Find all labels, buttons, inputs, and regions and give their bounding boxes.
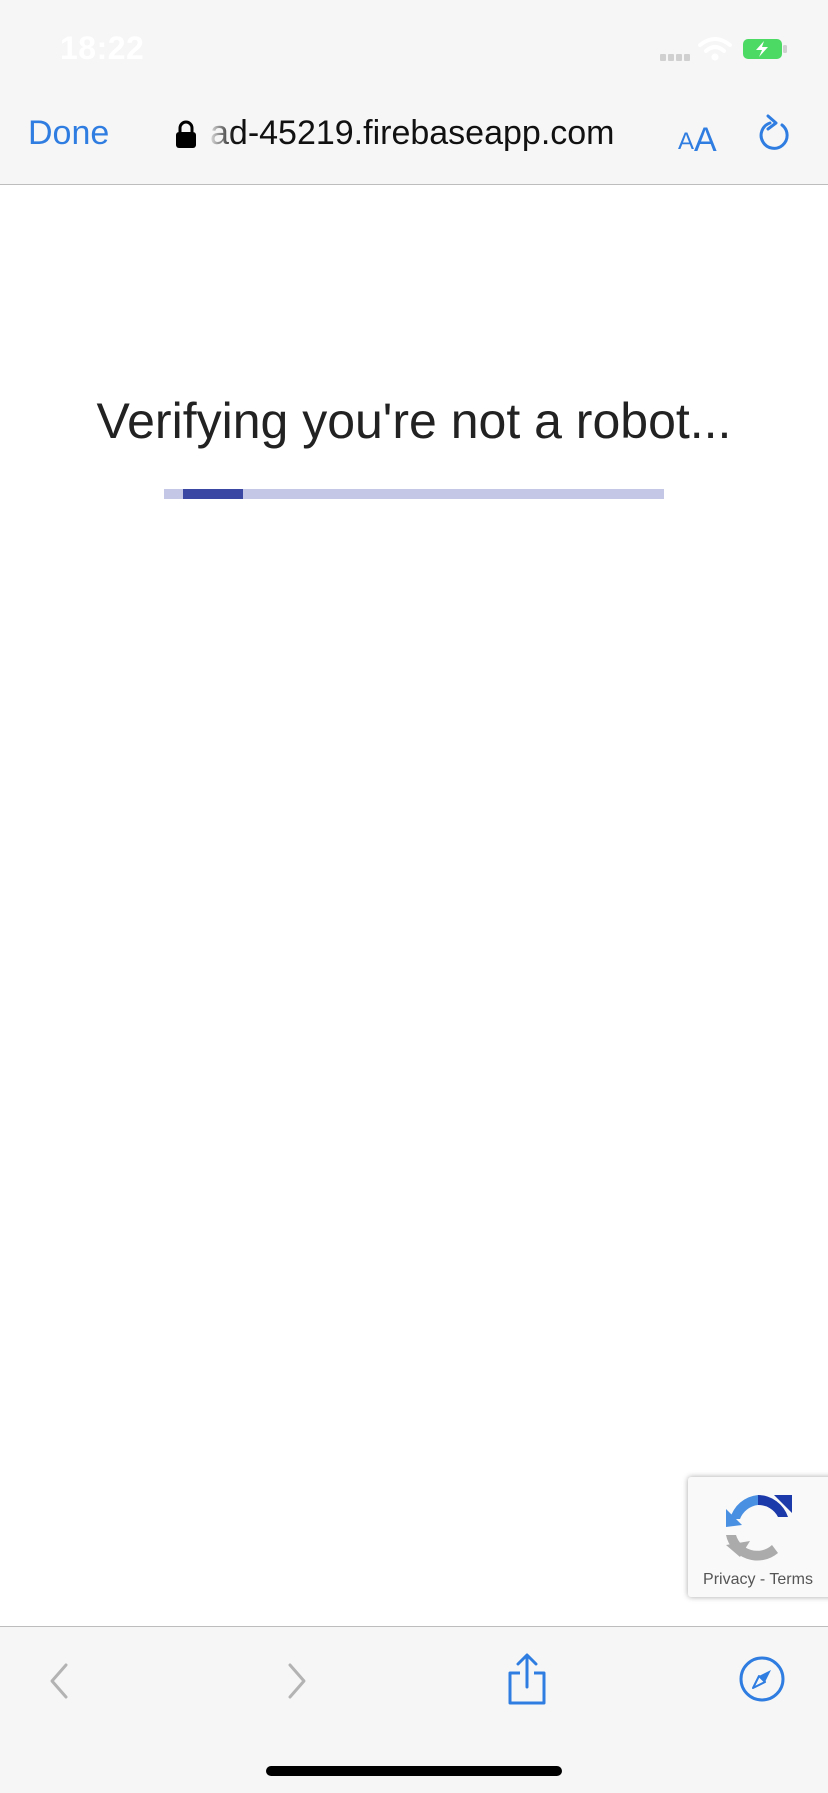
browser-nav-bar: Done ad-45219.firebaseapp.com A A — [0, 96, 828, 185]
recaptcha-links: Privacy - Terms — [688, 1571, 828, 1589]
progress-bar-fill — [183, 489, 243, 499]
forward-icon[interactable] — [282, 1657, 312, 1705]
home-indicator — [266, 1766, 562, 1776]
progress-bar — [164, 489, 664, 499]
battery-charging-icon — [743, 39, 787, 59]
share-icon[interactable] — [506, 1653, 548, 1707]
status-bar: 18:22 — [0, 0, 828, 96]
lock-icon — [176, 120, 196, 148]
back-icon[interactable] — [44, 1657, 74, 1705]
recaptcha-logo-icon — [726, 1495, 792, 1561]
wifi-icon — [698, 37, 732, 61]
reload-icon[interactable] — [756, 114, 792, 154]
cellular-signal-icon — [660, 54, 690, 61]
address-bar[interactable]: ad-45219.firebaseapp.com — [176, 114, 646, 162]
text-size-button[interactable]: A A — [678, 114, 717, 162]
terms-link[interactable]: Terms — [769, 1571, 813, 1588]
compass-icon[interactable] — [738, 1655, 786, 1703]
recaptcha-badge: Privacy - Terms — [688, 1477, 828, 1597]
text-size-large-label: A — [694, 121, 717, 159]
url-text: ad-45219.firebaseapp.com — [210, 114, 615, 152]
done-button[interactable]: Done — [28, 114, 109, 153]
privacy-link[interactable]: Privacy — [703, 1571, 755, 1588]
url-fade — [210, 114, 234, 162]
text-size-small-label: A — [678, 128, 695, 155]
verification-message: Verifying you're not a robot... — [96, 393, 732, 449]
links-separator: - — [759, 1571, 766, 1588]
status-time: 18:22 — [60, 30, 145, 66]
